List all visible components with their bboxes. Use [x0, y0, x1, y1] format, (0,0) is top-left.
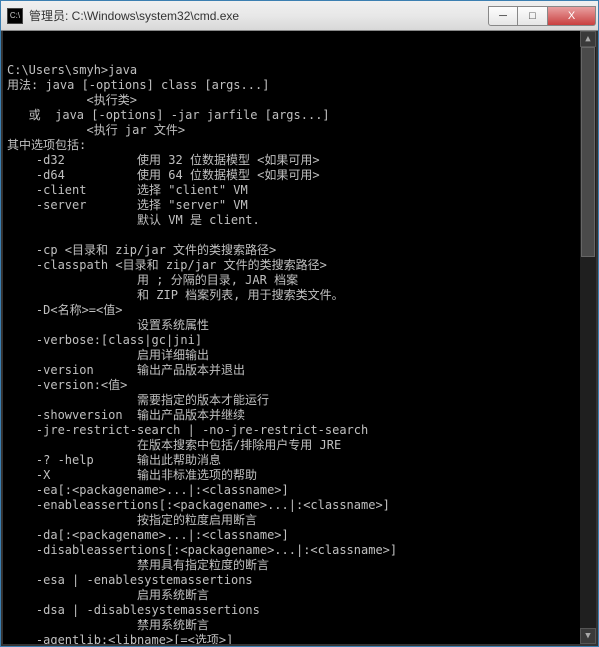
window-title: 管理员: C:\Windows\system32\cmd.exe — [29, 7, 488, 24]
vertical-scrollbar: ▲ ▼ — [580, 31, 596, 644]
cmd-icon: C:\ — [7, 8, 23, 24]
minimize-button[interactable]: ─ — [488, 6, 518, 26]
console-area[interactable]: C:\Users\smyh>java 用法: java [-options] c… — [1, 31, 598, 646]
maximize-button[interactable]: □ — [518, 6, 548, 26]
titlebar[interactable]: C:\ 管理员: C:\Windows\system32\cmd.exe ─ □… — [1, 1, 598, 31]
scroll-down-button[interactable]: ▼ — [580, 628, 596, 644]
scroll-thumb[interactable] — [581, 47, 595, 257]
window-controls: ─ □ X — [488, 6, 596, 26]
console-output: C:\Users\smyh>java 用法: java [-options] c… — [7, 63, 592, 646]
cmd-window: C:\ 管理员: C:\Windows\system32\cmd.exe ─ □… — [0, 0, 599, 647]
scroll-up-button[interactable]: ▲ — [580, 31, 596, 47]
scroll-track[interactable] — [580, 47, 596, 628]
close-button[interactable]: X — [548, 6, 596, 26]
